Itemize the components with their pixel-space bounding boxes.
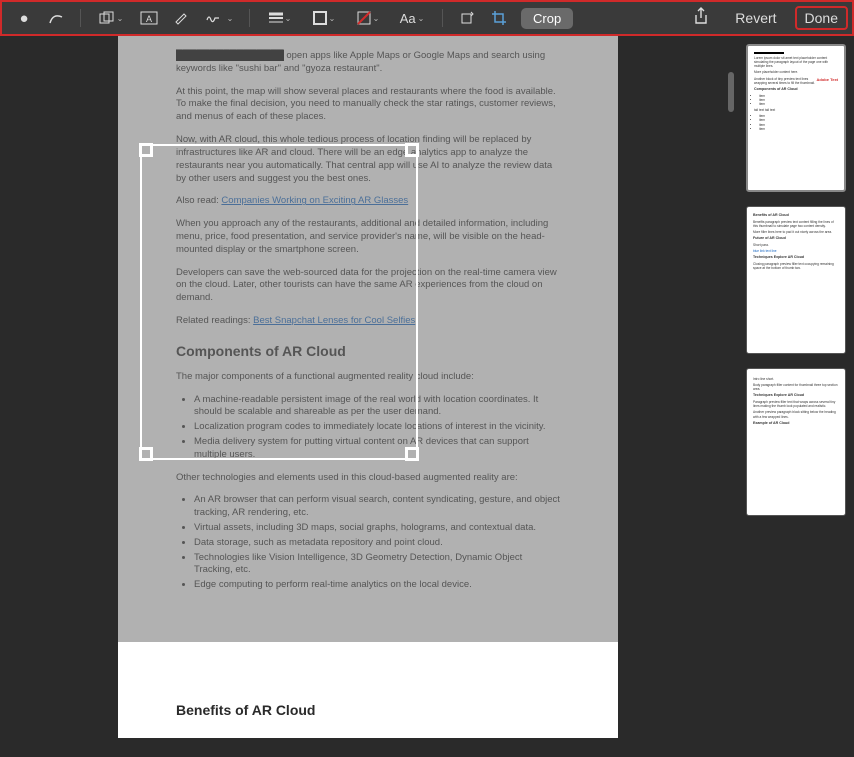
body-text: Other technologies and elements used in … <box>176 472 560 485</box>
document-page-2: Benefits of AR Cloud <box>118 642 618 738</box>
body-text: Now, with AR cloud, this whole tedious p… <box>176 134 560 185</box>
heading-benefits: Benefits of AR Cloud <box>176 702 560 718</box>
list-item: Technologies like Vision Intelligence, 3… <box>194 552 560 578</box>
adobe-text-label: Adobe Text <box>817 77 838 82</box>
svg-text:A: A <box>146 14 152 24</box>
thumbnail-page-3[interactable]: Intro line short. Body paragraph filler … <box>746 368 846 516</box>
list-components: A machine-readable persistent image of t… <box>194 394 560 462</box>
thumbnail-page-2[interactable]: Benefits of AR Cloud Benefits paragraph … <box>746 206 846 354</box>
list-item: Virtual assets, including 3D maps, socia… <box>194 522 560 535</box>
list-item: Localization program codes to immediatel… <box>194 421 560 434</box>
right-actions: Revert Done <box>679 0 854 36</box>
highlight-tool[interactable] <box>167 5 195 31</box>
list-item: A machine-readable persistent image of t… <box>194 394 560 420</box>
rotate-tool[interactable] <box>453 5 481 31</box>
body-text: The major components of a functional aug… <box>176 371 560 384</box>
thumb-heading: Future of AR Cloud <box>753 236 839 241</box>
thumbnail-panel: Lorem ipsum dolor sit amet text placehol… <box>736 36 854 757</box>
done-button[interactable]: Done <box>795 6 848 30</box>
list-other-tech: An AR browser that can perform visual se… <box>194 494 560 592</box>
body-text: At this point, the map will show several… <box>176 86 560 124</box>
share-button[interactable] <box>685 3 717 34</box>
text-tool[interactable]: A <box>135 5 163 31</box>
redacted-text: ████████████████ <box>176 50 284 61</box>
heading-components: Components of AR Cloud <box>176 342 560 361</box>
scrollbar[interactable] <box>728 72 734 112</box>
list-item: An AR browser that can perform visual se… <box>194 494 560 520</box>
thumb-heading: Techniques Explore AR Cloud <box>753 393 839 398</box>
thumbnail-page-1[interactable]: Lorem ipsum dolor sit amet text placehol… <box>746 44 846 192</box>
link-snapchat[interactable]: Best Snapchat Lenses for Cool Selfies <box>253 315 415 326</box>
body-text: Developers can save the web-sourced data… <box>176 267 560 305</box>
document-page-1: ████████████████ open apps like Apple Ma… <box>118 36 618 642</box>
border-color-tool[interactable]: ⌄ <box>304 5 344 31</box>
body-text: Also read: <box>176 195 221 206</box>
sign-tool[interactable]: ⌄ <box>199 5 239 31</box>
font-tool[interactable]: Aa ⌄ <box>392 5 432 31</box>
crop-icon[interactable] <box>485 5 513 31</box>
body-text: When you approach any of the restaurants… <box>176 218 560 256</box>
font-label: Aa <box>400 11 416 26</box>
list-item: Edge computing to perform real-time anal… <box>194 579 560 592</box>
thumb-heading: Techniques Explore AR Cloud <box>753 255 839 260</box>
crop-button[interactable]: Crop <box>521 8 573 29</box>
list-item: Media delivery system for putting virtua… <box>194 436 560 462</box>
shapes-tool[interactable]: ⌄ <box>91 5 131 31</box>
point-tool[interactable]: ● <box>10 5 38 31</box>
revert-button[interactable]: Revert <box>727 6 784 30</box>
body-text: Related readings: <box>176 315 253 326</box>
list-item: Data storage, such as metadata repositor… <box>194 537 560 550</box>
fill-color-tool[interactable]: ⌄ <box>348 5 388 31</box>
line-style-tool[interactable]: ⌄ <box>260 5 300 31</box>
thumb-heading: Components of AR Cloud <box>754 87 838 92</box>
draw-tool[interactable] <box>42 5 70 31</box>
canvas-area[interactable]: ████████████████ open apps like Apple Ma… <box>0 36 736 757</box>
thumb-heading: Benefits of AR Cloud <box>753 213 839 218</box>
thumb-heading: Example of AR Cloud <box>753 421 839 426</box>
link-ar-glasses[interactable]: Companies Working on Exciting AR Glasses <box>221 195 408 206</box>
